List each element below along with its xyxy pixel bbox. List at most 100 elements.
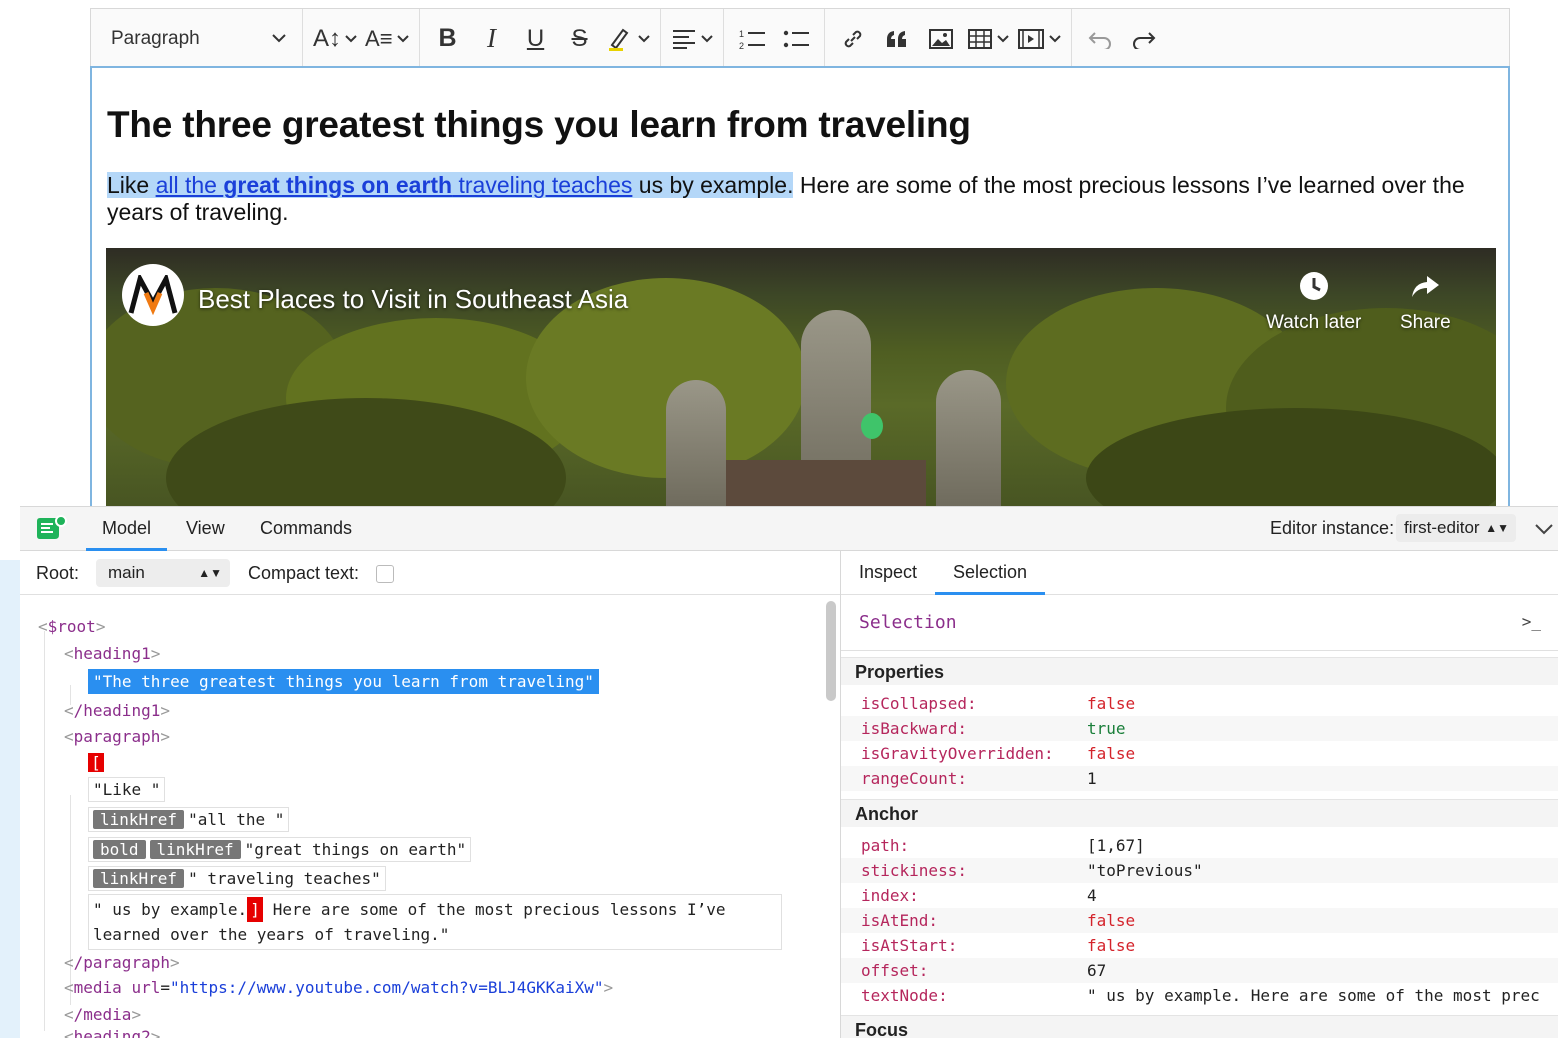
ckeditor-inspector: Model View Commands Editor instance: fir… <box>20 506 1558 1038</box>
tree-element-heading1[interactable]: <heading1> <box>64 644 160 663</box>
tab-selection[interactable]: Selection <box>935 551 1046 595</box>
tree-text-node[interactable]: linkHref " traveling teaches" <box>88 866 386 891</box>
property-name: isAtStart: <box>861 936 958 955</box>
tab-view[interactable]: View <box>170 507 241 551</box>
text-node-value: "great things on earth" <box>244 840 467 859</box>
tree-text-node[interactable]: "Like " <box>88 777 166 802</box>
properties-section-header: Properties <box>841 657 1558 685</box>
list-group: 12 <box>724 9 825 68</box>
highlight-button[interactable] <box>602 19 654 59</box>
numbered-list-button[interactable]: 12 <box>730 19 774 59</box>
blockquote-button[interactable] <box>875 19 919 59</box>
bold-icon: B <box>438 24 457 52</box>
tree-element-paragraph[interactable]: <paragraph> <box>64 727 170 746</box>
property-row: isAtEnd: false <box>841 908 1558 933</box>
collapse-inspector-button[interactable] <box>1534 523 1554 535</box>
undo-button[interactable] <box>1078 19 1122 59</box>
tree-element-media-close[interactable]: </media> <box>64 1005 141 1024</box>
share-label: Share <box>1400 312 1451 333</box>
table-icon <box>967 28 992 49</box>
text-node-value: " traveling teaches" <box>188 869 381 888</box>
root-select[interactable]: main ▲▼ <box>96 559 230 587</box>
editor-instance-select[interactable]: first-editor ▲▼ <box>1396 514 1516 542</box>
property-name: isBackward: <box>861 719 967 738</box>
italic-button[interactable]: I <box>470 19 514 59</box>
embedded-video[interactable]: Best Places to Visit in Southeast Asia W… <box>106 248 1496 506</box>
property-value: true <box>1087 719 1126 738</box>
editor-content[interactable]: The three greatest things you learn from… <box>90 66 1510 506</box>
image-button[interactable] <box>919 19 963 59</box>
attribute-badge: bold <box>93 840 146 859</box>
channel-logo-icon <box>128 275 178 315</box>
blockquote-icon <box>886 30 906 47</box>
video-scenery <box>726 460 926 506</box>
document-heading[interactable]: The three greatest things you learn from… <box>107 104 971 146</box>
tag-name: /paragraph <box>73 953 170 972</box>
text-like: Like <box>107 172 156 198</box>
tree-element-heading1-close[interactable]: </heading1> <box>64 701 170 720</box>
tree-text-node[interactable]: bold linkHref "great things on earth" <box>88 837 472 862</box>
underline-button[interactable]: U <box>514 19 558 59</box>
compact-text-label: Compact text: <box>248 563 360 583</box>
property-value: 1 <box>1087 769 1097 788</box>
tree-guide-line <box>70 795 71 1005</box>
text-node-value: " us by example. <box>93 900 248 919</box>
video-title[interactable]: Best Places to Visit in Southeast Asia <box>198 284 628 315</box>
document-paragraph[interactable]: Like all the great things on earth trave… <box>107 172 1482 226</box>
tree-text-node[interactable]: linkHref "all the " <box>88 807 290 832</box>
compact-text-checkbox[interactable] <box>376 565 394 583</box>
tab-inspect[interactable]: Inspect <box>841 551 935 595</box>
chevron-down-icon <box>272 34 286 43</box>
tree-text-node[interactable]: " us by example.] Here are some of the m… <box>88 894 782 950</box>
link-button[interactable] <box>831 19 875 59</box>
paragraph-link[interactable]: all the great things on earth traveling … <box>156 172 633 198</box>
root-select-value: main <box>108 563 145 582</box>
tab-commands[interactable]: Commands <box>244 507 368 551</box>
strikethrough-button[interactable]: S <box>558 19 602 59</box>
share-button[interactable]: Share <box>1400 270 1451 334</box>
property-row: offset: 67 <box>841 958 1558 983</box>
model-pane-header: Root: main ▲▼ Compact text: <box>20 551 840 595</box>
channel-logo[interactable] <box>122 264 184 326</box>
model-tree-scrollbar[interactable] <box>826 601 836 701</box>
font-size-icon: A↕ <box>313 24 342 52</box>
share-icon <box>1412 276 1440 297</box>
align-icon <box>672 29 695 49</box>
attribute-value: "https://www.youtube.com/watch?v=BLJ4GKK… <box>170 978 604 997</box>
strikethrough-icon: S <box>571 24 588 52</box>
heading-dropdown[interactable]: Paragraph <box>91 9 303 68</box>
property-value: false <box>1087 694 1136 713</box>
video-scenery <box>861 413 883 439</box>
table-button[interactable] <box>963 19 1013 59</box>
svg-text:2: 2 <box>739 41 744 51</box>
media-icon <box>1017 28 1044 49</box>
link-icon <box>844 30 861 47</box>
media-embed-button[interactable] <box>1013 19 1065 59</box>
font-family-button[interactable]: A≡ <box>361 19 413 59</box>
tag-name: $root <box>47 617 96 636</box>
bulleted-list-button[interactable] <box>774 19 818 59</box>
attribute-badge: linkHref <box>149 840 241 859</box>
tree-text-node-selected[interactable]: "The three greatest things you learn fro… <box>88 669 599 694</box>
property-name: textNode: <box>861 986 948 1005</box>
svg-text:1: 1 <box>739 29 744 39</box>
tree-element-root[interactable]: <$root> <box>38 617 105 636</box>
text-node-value: "all the " <box>188 810 285 829</box>
tree-element-media[interactable]: <media url="https://www.youtube.com/watc… <box>64 978 613 997</box>
tab-model[interactable]: Model <box>86 507 168 551</box>
undo-icon <box>1088 31 1111 49</box>
tag-name: /heading1 <box>73 701 161 720</box>
watch-later-button[interactable]: Watch later <box>1266 270 1361 334</box>
font-size-button[interactable]: A↕ <box>309 19 361 59</box>
attribute-badge: linkHref <box>93 810 185 829</box>
font-group: A↕ A≡ <box>303 9 420 68</box>
tree-element-paragraph-close[interactable]: </paragraph> <box>64 953 180 972</box>
video-scenery <box>666 380 726 506</box>
alignment-button[interactable] <box>667 19 717 59</box>
bold-button[interactable]: B <box>426 19 470 59</box>
tree-element-heading2[interactable]: <heading2> <box>64 1027 160 1038</box>
video-scenery <box>936 370 1001 506</box>
property-value: 4 <box>1087 886 1097 905</box>
console-icon[interactable]: >_ <box>1522 612 1541 631</box>
redo-button[interactable] <box>1122 19 1166 59</box>
